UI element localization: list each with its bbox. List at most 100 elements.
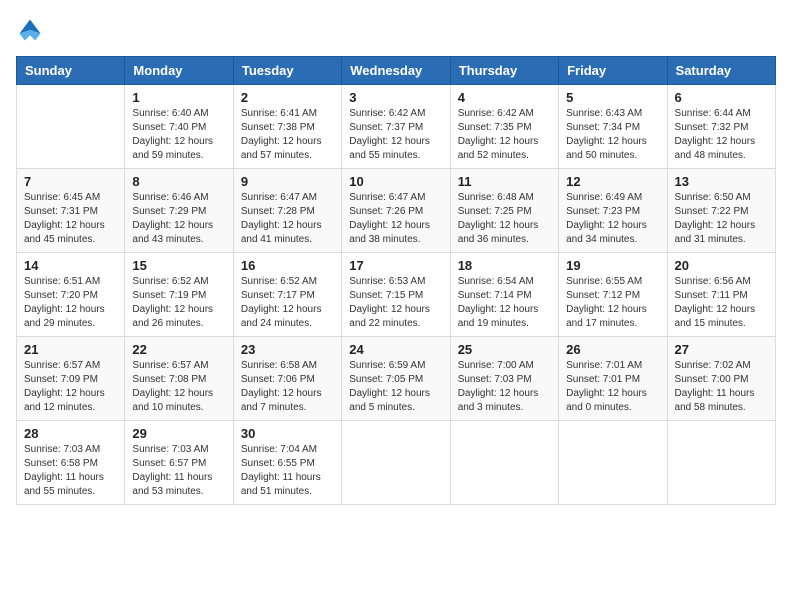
day-info: Sunrise: 6:43 AM Sunset: 7:34 PM Dayligh… — [566, 107, 659, 163]
calendar-cell: 18Sunrise: 6:54 AM Sunset: 7:14 PM Dayli… — [450, 253, 558, 337]
calendar-cell: 21 Sunrise: 6:57 AM Sunset: 7:09 PM Dayli… — [17, 337, 125, 421]
calendar-cell: 12 Sunrise: 6:49 AM Sunset: 7:23 PM Dayli… — [559, 169, 667, 253]
calendar-cell — [342, 421, 450, 505]
calendar-cell: 11 Sunrise: 6:48 AM Sunset: 7:25 PM Dayli… — [450, 169, 558, 253]
day-info: Sunrise: 6:47 AM Sunset: 7:26 PM Dayligh… — [349, 191, 442, 247]
day-info: Sunrise: 6:50 AM Sunset: 7:22 PM Dayligh… — [675, 191, 768, 247]
day-number: 13 — [675, 174, 768, 189]
day-header: Tuesday — [233, 57, 341, 85]
day-info: Sunrise: 6:57 AM Sunset: 7:08 PM Dayligh… — [132, 359, 225, 415]
calendar-cell: 16 Sunrise: 6:52 AM Sunset: 7:17 PM Dayli… — [233, 253, 341, 337]
day-header: Sunday — [17, 57, 125, 85]
day-header: Monday — [125, 57, 233, 85]
day-info: Sunrise: 6:40 AM Sunset: 7:40 PM Dayligh… — [132, 107, 225, 163]
calendar-cell: 14Sunrise: 6:51 AM Sunset: 7:20 PM Dayli… — [17, 253, 125, 337]
calendar-header: SundayMondayTuesdayWednesdayThursdayFrid… — [17, 57, 776, 85]
day-number: 12 — [566, 174, 659, 189]
calendar-week: 21 Sunrise: 6:57 AM Sunset: 7:09 PM Dayli… — [17, 337, 776, 421]
calendar-cell: 24 Sunrise: 6:59 AM Sunset: 7:05 PM Dayli… — [342, 337, 450, 421]
calendar-week: 7 Sunrise: 6:45 AM Sunset: 7:31 PM Daylig… — [17, 169, 776, 253]
day-info: Sunrise: 6:42 AM Sunset: 7:35 PM Dayligh… — [458, 107, 551, 163]
calendar-cell: 30Sunrise: 7:04 AM Sunset: 6:55 PM Dayli… — [233, 421, 341, 505]
day-number: 23 — [241, 342, 334, 357]
day-number: 2 — [241, 90, 334, 105]
logo-icon — [16, 16, 44, 44]
calendar-cell: 17 Sunrise: 6:53 AM Sunset: 7:15 PM Dayli… — [342, 253, 450, 337]
day-number: 21 — [24, 342, 117, 357]
calendar-cell: 6 Sunrise: 6:44 AM Sunset: 7:32 PM Daylig… — [667, 85, 775, 169]
calendar-cell: 15Sunrise: 6:52 AM Sunset: 7:19 PM Dayli… — [125, 253, 233, 337]
calendar-cell: 28Sunrise: 7:03 AM Sunset: 6:58 PM Dayli… — [17, 421, 125, 505]
day-number: 5 — [566, 90, 659, 105]
day-info: Sunrise: 6:51 AM Sunset: 7:20 PM Dayligh… — [24, 275, 117, 331]
day-number: 16 — [241, 258, 334, 273]
calendar-cell: 22 Sunrise: 6:57 AM Sunset: 7:08 PM Dayli… — [125, 337, 233, 421]
calendar-cell: 8 Sunrise: 6:46 AM Sunset: 7:29 PM Daylig… — [125, 169, 233, 253]
day-info: Sunrise: 6:46 AM Sunset: 7:29 PM Dayligh… — [132, 191, 225, 247]
day-header: Saturday — [667, 57, 775, 85]
calendar-cell — [559, 421, 667, 505]
day-number: 1 — [132, 90, 225, 105]
day-info: Sunrise: 6:53 AM Sunset: 7:15 PM Dayligh… — [349, 275, 442, 331]
logo — [16, 16, 48, 44]
day-number: 20 — [675, 258, 768, 273]
day-number: 10 — [349, 174, 442, 189]
day-info: Sunrise: 6:44 AM Sunset: 7:32 PM Dayligh… — [675, 107, 768, 163]
day-info: Sunrise: 6:52 AM Sunset: 7:19 PM Dayligh… — [132, 275, 225, 331]
calendar-cell: 19 Sunrise: 6:55 AM Sunset: 7:12 PM Dayli… — [559, 253, 667, 337]
day-number: 24 — [349, 342, 442, 357]
day-number: 26 — [566, 342, 659, 357]
day-info: Sunrise: 7:04 AM Sunset: 6:55 PM Dayligh… — [241, 443, 334, 499]
calendar-cell: 4 Sunrise: 6:42 AM Sunset: 7:35 PM Daylig… — [450, 85, 558, 169]
day-info: Sunrise: 7:00 AM Sunset: 7:03 PM Dayligh… — [458, 359, 551, 415]
day-info: Sunrise: 7:02 AM Sunset: 7:00 PM Dayligh… — [675, 359, 768, 415]
calendar-cell: 9 Sunrise: 6:47 AM Sunset: 7:28 PM Daylig… — [233, 169, 341, 253]
calendar-table: SundayMondayTuesdayWednesdayThursdayFrid… — [16, 56, 776, 505]
day-number: 7 — [24, 174, 117, 189]
calendar-cell: 1 Sunrise: 6:40 AM Sunset: 7:40 PM Daylig… — [125, 85, 233, 169]
day-info: Sunrise: 6:48 AM Sunset: 7:25 PM Dayligh… — [458, 191, 551, 247]
calendar-cell: 2 Sunrise: 6:41 AM Sunset: 7:38 PM Daylig… — [233, 85, 341, 169]
day-info: Sunrise: 6:49 AM Sunset: 7:23 PM Dayligh… — [566, 191, 659, 247]
day-info: Sunrise: 6:45 AM Sunset: 7:31 PM Dayligh… — [24, 191, 117, 247]
calendar-cell — [450, 421, 558, 505]
day-number: 8 — [132, 174, 225, 189]
day-number: 17 — [349, 258, 442, 273]
day-info: Sunrise: 7:01 AM Sunset: 7:01 PM Dayligh… — [566, 359, 659, 415]
day-number: 3 — [349, 90, 442, 105]
day-info: Sunrise: 6:52 AM Sunset: 7:17 PM Dayligh… — [241, 275, 334, 331]
day-number: 22 — [132, 342, 225, 357]
calendar-cell: 26 Sunrise: 7:01 AM Sunset: 7:01 PM Dayli… — [559, 337, 667, 421]
day-number: 6 — [675, 90, 768, 105]
day-info: Sunrise: 7:03 AM Sunset: 6:57 PM Dayligh… — [132, 443, 225, 499]
calendar-cell: 27Sunrise: 7:02 AM Sunset: 7:00 PM Dayli… — [667, 337, 775, 421]
calendar-cell: 7 Sunrise: 6:45 AM Sunset: 7:31 PM Daylig… — [17, 169, 125, 253]
calendar-cell — [667, 421, 775, 505]
day-number: 9 — [241, 174, 334, 189]
day-number: 28 — [24, 426, 117, 441]
day-header: Wednesday — [342, 57, 450, 85]
day-number: 4 — [458, 90, 551, 105]
calendar-cell: 10 Sunrise: 6:47 AM Sunset: 7:26 PM Dayli… — [342, 169, 450, 253]
day-number: 11 — [458, 174, 551, 189]
calendar-cell: 20 Sunrise: 6:56 AM Sunset: 7:11 PM Dayli… — [667, 253, 775, 337]
calendar-cell: 23Sunrise: 6:58 AM Sunset: 7:06 PM Dayli… — [233, 337, 341, 421]
day-info: Sunrise: 6:42 AM Sunset: 7:37 PM Dayligh… — [349, 107, 442, 163]
day-info: Sunrise: 6:59 AM Sunset: 7:05 PM Dayligh… — [349, 359, 442, 415]
calendar-week: 28Sunrise: 7:03 AM Sunset: 6:58 PM Dayli… — [17, 421, 776, 505]
day-info: Sunrise: 6:47 AM Sunset: 7:28 PM Dayligh… — [241, 191, 334, 247]
calendar-cell: 3 Sunrise: 6:42 AM Sunset: 7:37 PM Daylig… — [342, 85, 450, 169]
day-header: Friday — [559, 57, 667, 85]
calendar-week: 14Sunrise: 6:51 AM Sunset: 7:20 PM Dayli… — [17, 253, 776, 337]
day-info: Sunrise: 6:41 AM Sunset: 7:38 PM Dayligh… — [241, 107, 334, 163]
day-header: Thursday — [450, 57, 558, 85]
header-row: SundayMondayTuesdayWednesdayThursdayFrid… — [17, 57, 776, 85]
calendar-cell: 29Sunrise: 7:03 AM Sunset: 6:57 PM Dayli… — [125, 421, 233, 505]
calendar-cell: 5 Sunrise: 6:43 AM Sunset: 7:34 PM Daylig… — [559, 85, 667, 169]
day-info: Sunrise: 6:56 AM Sunset: 7:11 PM Dayligh… — [675, 275, 768, 331]
calendar-cell — [17, 85, 125, 169]
day-number: 19 — [566, 258, 659, 273]
page-header — [16, 16, 776, 44]
day-info: Sunrise: 6:57 AM Sunset: 7:09 PM Dayligh… — [24, 359, 117, 415]
day-info: Sunrise: 6:55 AM Sunset: 7:12 PM Dayligh… — [566, 275, 659, 331]
